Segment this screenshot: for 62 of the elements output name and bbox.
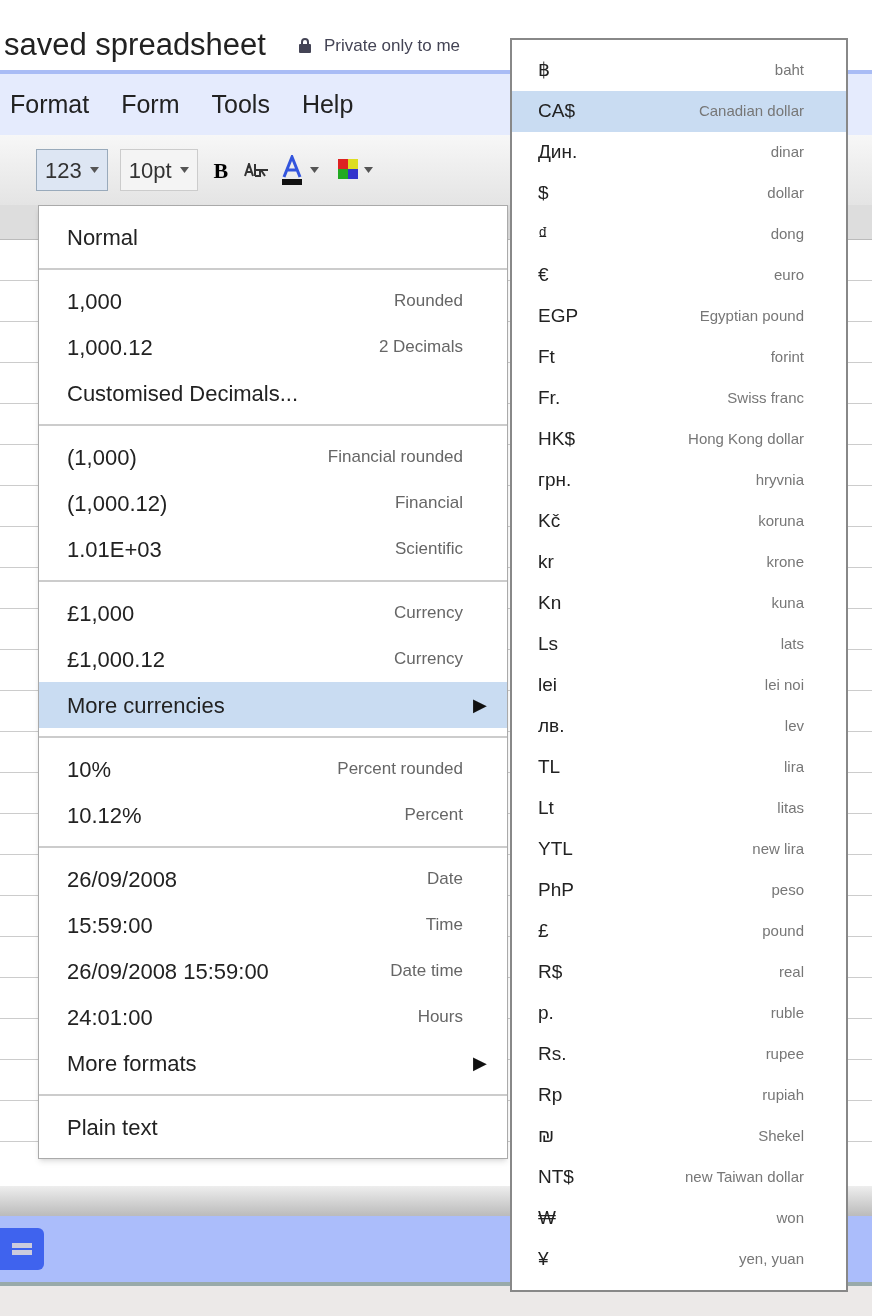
bold-button[interactable]: B (209, 153, 233, 187)
currency-item[interactable]: Lt litas (512, 788, 846, 829)
currency-item[interactable]: лв. lev (512, 706, 846, 747)
currency-item[interactable]: CA$ Canadian dollar (512, 91, 846, 132)
currency-item[interactable]: HK$ Hong Kong dollar (512, 419, 846, 460)
currency-item[interactable]: Дин. dinar (512, 132, 846, 173)
currency-item[interactable]: Rp rupiah (512, 1075, 846, 1116)
list-icon (12, 1241, 32, 1257)
menu-item[interactable]: Customised Decimals... (39, 370, 507, 416)
caret-icon (89, 167, 99, 173)
menu-item[interactable]: 10.12% Percent (39, 792, 507, 838)
currency-item[interactable]: Kč koruna (512, 501, 846, 542)
menu-item[interactable]: 24:01:00 Hours (39, 994, 507, 1040)
currency-item[interactable]: TL lira (512, 747, 846, 788)
menu-item[interactable]: 1,000 Rounded (39, 278, 507, 324)
menu-item[interactable]: 1.01E+03 Scientific (39, 526, 507, 572)
currency-item[interactable]: ₫ dong (512, 214, 846, 255)
caret-icon (179, 167, 189, 173)
document-title: saved spreadsheet (4, 29, 266, 60)
menu-item[interactable]: £1,000 Currency (39, 590, 507, 636)
currency-item[interactable]: Ls lats (512, 624, 846, 665)
currency-item[interactable]: lei lei noi (512, 665, 846, 706)
currency-item[interactable]: грн. hryvnia (512, 460, 846, 501)
currency-item[interactable]: ฿ baht (512, 50, 846, 91)
menu-item[interactable]: More formats ▶ (39, 1040, 507, 1086)
currency-item[interactable]: р. ruble (512, 993, 846, 1034)
menu-item[interactable]: 15:59:00 Time (39, 902, 507, 948)
menu-item[interactable]: (1,000) Financial rounded (39, 434, 507, 480)
currency-item[interactable]: Ft forint (512, 337, 846, 378)
menu-bar-item[interactable]: Help (301, 85, 354, 124)
currency-item[interactable]: ₪ Shekel (512, 1116, 846, 1157)
currency-item[interactable]: $ dollar (512, 173, 846, 214)
number-format-button[interactable]: 123 (36, 149, 108, 191)
currency-item[interactable]: € euro (512, 255, 846, 296)
menu-item[interactable]: Normal (39, 214, 507, 260)
menu-bar-item[interactable]: Form (121, 85, 180, 124)
currency-item[interactable]: PhP peso (512, 870, 846, 911)
menu-item[interactable]: More currencies ▶ (39, 682, 507, 728)
currency-item[interactable]: £ pound (512, 911, 846, 952)
menu-item[interactable]: 1,000.12 2 Decimals (39, 324, 507, 370)
font-size-button[interactable]: 10pt (119, 149, 198, 191)
currency-item[interactable]: ₩ won (512, 1198, 846, 1239)
privacy-label: Private only to me (323, 34, 461, 57)
menu-item[interactable]: Plain text (39, 1104, 507, 1150)
sheet-list-button[interactable] (0, 1228, 44, 1270)
currency-item[interactable]: Kn kuna (512, 583, 846, 624)
currency-item[interactable]: R$ real (512, 952, 846, 993)
currency-item[interactable]: Rs. rupee (512, 1034, 846, 1075)
menu-item[interactable]: 10% Percent rounded (39, 746, 507, 792)
currency-item[interactable]: YTL new lira (512, 829, 846, 870)
menu-item[interactable]: 26/09/2008 Date (39, 856, 507, 902)
menu-item[interactable]: 26/09/2008 15:59:00 Date time (39, 948, 507, 994)
lock-icon (297, 37, 312, 54)
strikethrough-icon[interactable] (244, 163, 271, 177)
currency-item[interactable]: NT$ new Taiwan dollar (512, 1157, 846, 1198)
currency-item[interactable]: EGP Egyptian pound (512, 296, 846, 337)
currency-item[interactable]: kr krone (512, 542, 846, 583)
menu-item[interactable]: (1,000.12) Financial (39, 480, 507, 526)
menu-bar-item[interactable]: Format (10, 85, 90, 124)
menu-item[interactable]: £1,000.12 Currency (39, 636, 507, 682)
currency-item[interactable]: Fr. Swiss franc (512, 378, 846, 419)
menu-bar-item[interactable]: Tools (211, 85, 270, 124)
